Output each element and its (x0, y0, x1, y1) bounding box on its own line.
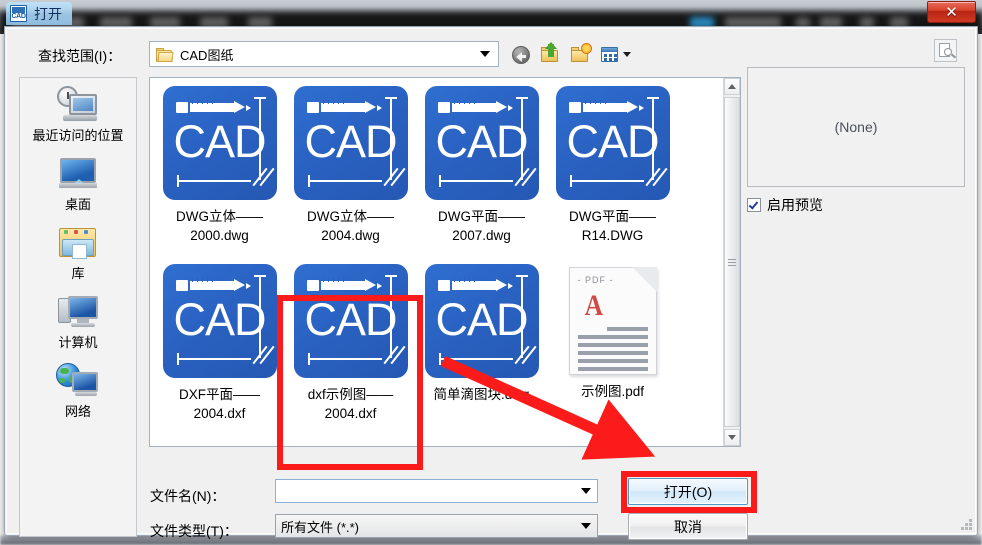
file-label: 示例图.pdf (580, 384, 645, 399)
file-label: DWG立体—— 2000.dwg (176, 209, 263, 243)
resize-grip[interactable] (958, 516, 972, 530)
cad-file-icon: CAD (162, 86, 277, 200)
file-label: DWG平面—— R14.DWG (569, 209, 656, 243)
cancel-button[interactable]: 取消 (628, 513, 748, 540)
filename-label: 文件名(N)： (150, 488, 226, 504)
close-icon: ✕ (945, 4, 958, 21)
back-icon[interactable] (510, 43, 532, 65)
sidebar-item-network[interactable]: 网络 (20, 354, 136, 423)
sidebar-item-label: 最近访问的位置 (32, 128, 124, 143)
chevron-down-icon (623, 52, 631, 57)
file-label: 简单滴图块.dwg (433, 387, 530, 402)
file-label: dxf示例图—— 2004.dxf (307, 387, 394, 421)
lookin-label: 查找范围(I)： (38, 48, 122, 64)
sidebar-item-label: 库 (71, 266, 85, 281)
up-folder-icon[interactable] (540, 42, 562, 65)
file-label: DWG平面—— 2007.dwg (438, 209, 525, 243)
dialog-toolbar (510, 42, 631, 65)
sidebar-item-computer[interactable]: 计算机 (20, 285, 136, 354)
folder-icon (156, 47, 174, 62)
sidebar-item-label: 桌面 (64, 197, 91, 212)
enable-preview-label: 启用预览 (767, 197, 823, 213)
enable-preview-checkbox[interactable] (747, 198, 761, 212)
filename-input[interactable] (276, 482, 581, 500)
chevron-down-icon[interactable] (581, 523, 591, 529)
check-icon (748, 199, 759, 210)
places-sidebar: 最近访问的位置 桌面 库 计算机 网络 (19, 77, 137, 537)
computer-icon (55, 292, 101, 332)
filename-combobox[interactable] (275, 479, 598, 503)
filetype-combobox[interactable]: 所有文件 (*.*) (275, 514, 598, 538)
new-folder-icon[interactable] (570, 43, 592, 65)
cad-file-icon: CAD (555, 86, 670, 200)
cad-file-icon: CAD (293, 86, 408, 200)
close-button[interactable]: ✕ (927, 1, 976, 23)
scroll-down-button[interactable] (724, 429, 740, 446)
chevron-down-icon[interactable] (581, 488, 591, 494)
file-item[interactable]: CAD DWG平面—— R14.DWG (547, 86, 678, 264)
open-button-label: 打开(O) (663, 483, 713, 500)
file-item[interactable]: CAD 简单滴图块.dwg (416, 264, 547, 442)
filetype-value: 所有文件 (*.*) (281, 519, 360, 535)
preview-empty-text: (None) (834, 119, 878, 135)
scrollbar-thumb[interactable] (724, 97, 740, 427)
open-button[interactable]: 打开(O) (628, 478, 748, 505)
sidebar-item-recent-places[interactable]: 最近访问的位置 (20, 78, 136, 147)
cad-file-icon: CAD (424, 86, 539, 200)
file-label: DXF平面—— 2004.dxf (179, 387, 260, 421)
libraries-icon (55, 223, 101, 263)
file-list[interactable]: CAD DWG立体—— 2000.dwg CAD DWG立体—— 2004.dwg CAD D… (149, 77, 741, 447)
sidebar-item-desktop[interactable]: 桌面 (20, 147, 136, 216)
cad-file-icon: CAD (424, 264, 539, 378)
path-value: CAD图纸 (180, 47, 234, 63)
open-file-dialog: CAD 打开 ✕ 查找范围(I)： CAD图纸 最近访问的位置 桌面 库 计算机… (4, 1, 978, 540)
file-item[interactable]: CAD DWG立体—— 2000.dwg (154, 86, 285, 264)
file-item[interactable]: CAD DXF平面—— 2004.dxf (154, 264, 285, 442)
file-item[interactable]: CAD DWG平面—— 2007.dwg (416, 86, 547, 264)
sidebar-item-libraries[interactable]: 库 (20, 216, 136, 285)
network-icon (55, 361, 101, 401)
path-combobox[interactable]: CAD图纸 (149, 41, 499, 67)
file-list-scrollbar[interactable] (723, 78, 740, 446)
recent-places-icon (55, 85, 101, 125)
file-item[interactable]: CAD dxf示例图—— 2004.dxf (285, 264, 416, 442)
file-item[interactable]: CAD DWG立体—— 2004.dwg (285, 86, 416, 264)
filetype-label: 文件类型(T)： (150, 523, 238, 539)
chevron-down-icon (480, 51, 490, 57)
pdf-file-icon: - PDF -A (568, 267, 657, 375)
preview-panel: (None) 启用预览 (747, 39, 965, 239)
file-label: DWG立体—— 2004.dwg (307, 209, 394, 243)
cancel-button-label: 取消 (674, 518, 702, 535)
sidebar-item-label: 网络 (64, 404, 91, 419)
preview-zoom-icon[interactable] (934, 39, 957, 62)
views-icon[interactable] (600, 43, 631, 65)
cad-file-icon: CAD (293, 264, 408, 378)
file-grid: CAD DWG立体—— 2000.dwg CAD DWG立体—— 2004.dwg CAD D… (150, 78, 723, 446)
sidebar-item-label: 计算机 (58, 335, 98, 350)
file-item[interactable]: - PDF - A 示例图.pdf (547, 264, 678, 442)
desktop-icon (55, 154, 101, 194)
cad-file-icon: CAD (162, 264, 277, 378)
enable-preview-checkbox-row[interactable]: 启用预览 (747, 195, 823, 215)
preview-box: (None) (747, 67, 965, 187)
scroll-up-button[interactable] (724, 78, 740, 95)
